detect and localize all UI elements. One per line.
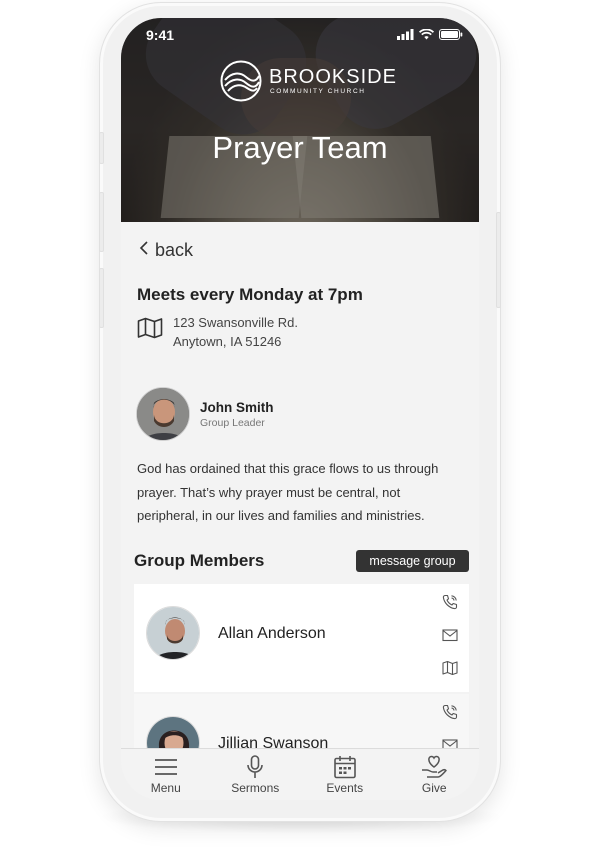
tab-label: Give xyxy=(421,781,447,795)
leader-name: John Smith xyxy=(200,400,274,415)
leader-role: Group Leader xyxy=(200,417,265,429)
tab-label: Menu xyxy=(150,781,181,795)
battery-icon xyxy=(439,29,463,40)
back-button[interactable]: back xyxy=(139,240,193,261)
page-title: Prayer Team xyxy=(212,130,388,165)
church-logo-icon xyxy=(220,60,262,102)
phone-icon[interactable] xyxy=(442,704,458,720)
wifi-icon xyxy=(419,29,434,40)
volume-down-button xyxy=(99,268,104,328)
leader-avatar[interactable] xyxy=(136,387,190,441)
back-label: back xyxy=(155,240,194,260)
menu-icon xyxy=(153,755,179,779)
status-bar: 9:41 xyxy=(121,18,479,54)
map-icon[interactable] xyxy=(442,660,458,676)
address-line-2: Anytown, IA 51246 xyxy=(173,334,282,349)
hero-banner: 9:41 BROOKSIDE COMMUNITY CHURCH Prayer T… xyxy=(121,18,479,222)
chevron-left-icon xyxy=(139,240,149,261)
member-name: Allan Anderson xyxy=(218,625,326,642)
bottom-tab-bar: Menu Sermons Events Give xyxy=(121,748,479,800)
volume-up-button xyxy=(99,192,104,252)
tab-label: Events xyxy=(326,781,364,795)
power-button xyxy=(496,212,501,308)
map-icon xyxy=(137,317,163,339)
group-description: God has ordained that this grace flows t… xyxy=(137,461,439,523)
tab-give[interactable]: Give xyxy=(390,749,480,800)
status-time: 9:41 xyxy=(146,27,175,43)
church-logo[interactable]: BROOKSIDE COMMUNITY CHURCH xyxy=(220,60,396,102)
mail-icon[interactable] xyxy=(442,627,458,643)
member-avatar xyxy=(146,606,200,660)
tab-label: Sermons xyxy=(231,781,280,795)
address-line-1: 123 Swansonville Rd. xyxy=(173,315,299,330)
tab-sermons[interactable]: Sermons xyxy=(211,749,301,800)
calendar-icon xyxy=(332,755,358,779)
member-card[interactable]: Allan Anderson xyxy=(134,584,469,692)
signal-icon xyxy=(397,29,414,40)
church-name: BROOKSIDE xyxy=(269,66,397,88)
meeting-schedule: Meets every Monday at 7pm xyxy=(137,285,363,304)
tab-events[interactable]: Events xyxy=(300,749,390,800)
app-screen: 9:41 BROOKSIDE COMMUNITY CHURCH Prayer T… xyxy=(121,18,479,800)
tab-menu[interactable]: Menu xyxy=(121,749,211,800)
group-members-heading: Group Members xyxy=(134,551,265,570)
message-group-button[interactable]: message group xyxy=(356,550,469,572)
heart-hand-icon xyxy=(421,755,447,779)
mute-switch xyxy=(99,132,104,164)
phone-icon[interactable] xyxy=(442,594,458,610)
church-subtitle: COMMUNITY CHURCH xyxy=(270,88,366,95)
microphone-icon xyxy=(242,755,268,779)
